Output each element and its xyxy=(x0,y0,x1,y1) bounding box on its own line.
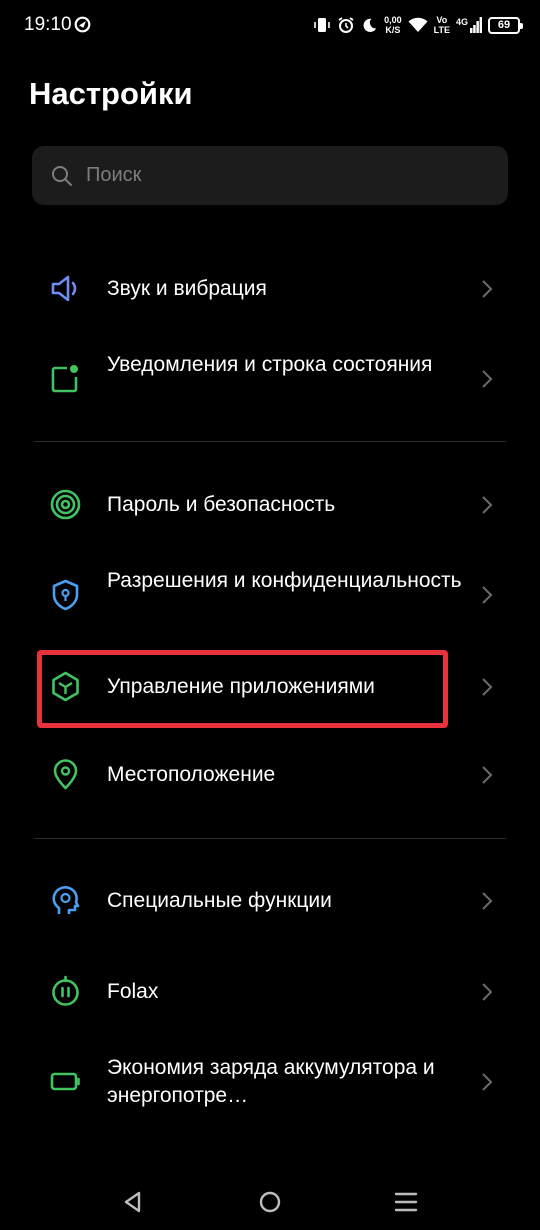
settings-item-notifications[interactable]: Уведомления и строка состояния xyxy=(0,344,540,414)
shield-lock-icon xyxy=(52,579,79,611)
chevron-right-icon xyxy=(482,983,493,1001)
notification-icon xyxy=(51,365,78,393)
settings-item-label: Уведомления и строка состояния xyxy=(107,353,433,376)
accessibility-head-icon xyxy=(52,886,80,914)
navigation-bar xyxy=(0,1170,540,1230)
settings-item-label: Folax xyxy=(107,980,159,1003)
status-icons: 0,00 K/S Vo LTE 4G 69 xyxy=(313,12,523,38)
settings-item-label: Разрешения и конфиденциальность xyxy=(107,569,462,592)
chevron-right-icon xyxy=(482,766,493,784)
location-pin-icon xyxy=(53,759,78,790)
section-divider xyxy=(34,441,506,442)
recents-button[interactable] xyxy=(392,1188,420,1216)
battery-icon: 69 xyxy=(488,16,523,34)
page-title: Настройки xyxy=(29,76,193,111)
net-speed: 0,00 K/S xyxy=(384,15,402,35)
wifi-icon xyxy=(408,17,428,32)
network-type: Vo LTE xyxy=(433,15,450,35)
settings-item-label: Специальные функции xyxy=(107,889,332,912)
signal-icon xyxy=(470,17,482,33)
settings-item-permissions[interactable]: Разрешения и конфиденциальность xyxy=(0,560,540,630)
chevron-right-icon xyxy=(482,892,493,910)
search-icon xyxy=(52,165,72,186)
search-placeholder: Поиск xyxy=(86,164,142,186)
settings-item-label: Местоположение xyxy=(107,763,276,786)
settings-item-label: Звук и вибрация xyxy=(107,277,267,300)
status-time: 19:10 xyxy=(24,14,72,35)
chevron-right-icon xyxy=(482,678,493,696)
signal-type: 4G xyxy=(455,17,468,27)
vpn-icon xyxy=(74,16,91,33)
chevron-right-icon xyxy=(482,1073,493,1091)
recents-icon xyxy=(394,1192,418,1212)
home-button[interactable] xyxy=(256,1188,284,1216)
moon-icon xyxy=(363,18,377,32)
fingerprint-icon xyxy=(50,489,81,520)
home-icon xyxy=(259,1191,281,1213)
settings-item-battery[interactable]: Экономия заряда аккумулятора и энергопот… xyxy=(0,1047,540,1117)
settings-item-sound[interactable]: Звук и вибрация xyxy=(0,260,540,318)
alarm-icon xyxy=(338,17,354,33)
speaker-icon xyxy=(51,275,77,302)
battery-level: 69 xyxy=(497,19,511,31)
settings-item-folax[interactable]: Folax xyxy=(0,963,540,1021)
settings-item-label: Экономия заряда аккумулятора и энергопот… xyxy=(107,1056,435,1107)
chevron-right-icon xyxy=(482,280,493,298)
chevron-right-icon xyxy=(482,370,493,388)
section-divider xyxy=(34,838,506,839)
status-bar: 19:10 0,00 K/S Vo LTE 4G 69 xyxy=(0,0,540,52)
settings-item-location[interactable]: Местоположение xyxy=(0,746,540,804)
settings-screen: 19:10 0,00 K/S Vo LTE 4G 69 Настройки По… xyxy=(0,0,540,1230)
chevron-right-icon xyxy=(482,586,493,604)
folax-icon xyxy=(52,975,79,1006)
back-icon xyxy=(124,1191,141,1213)
battery-saver-icon xyxy=(50,1072,80,1091)
settings-item-accessibility[interactable]: Специальные функции xyxy=(0,872,540,930)
search-input[interactable]: Поиск xyxy=(32,146,508,205)
highlight-box xyxy=(37,650,448,728)
back-button[interactable] xyxy=(119,1188,147,1216)
signal-group: 4G xyxy=(456,17,482,33)
chevron-right-icon xyxy=(482,496,493,514)
settings-item-label: Пароль и безопасность xyxy=(107,493,336,516)
vibrate-icon xyxy=(314,18,330,32)
settings-item-password[interactable]: Пароль и безопасность xyxy=(0,476,540,534)
